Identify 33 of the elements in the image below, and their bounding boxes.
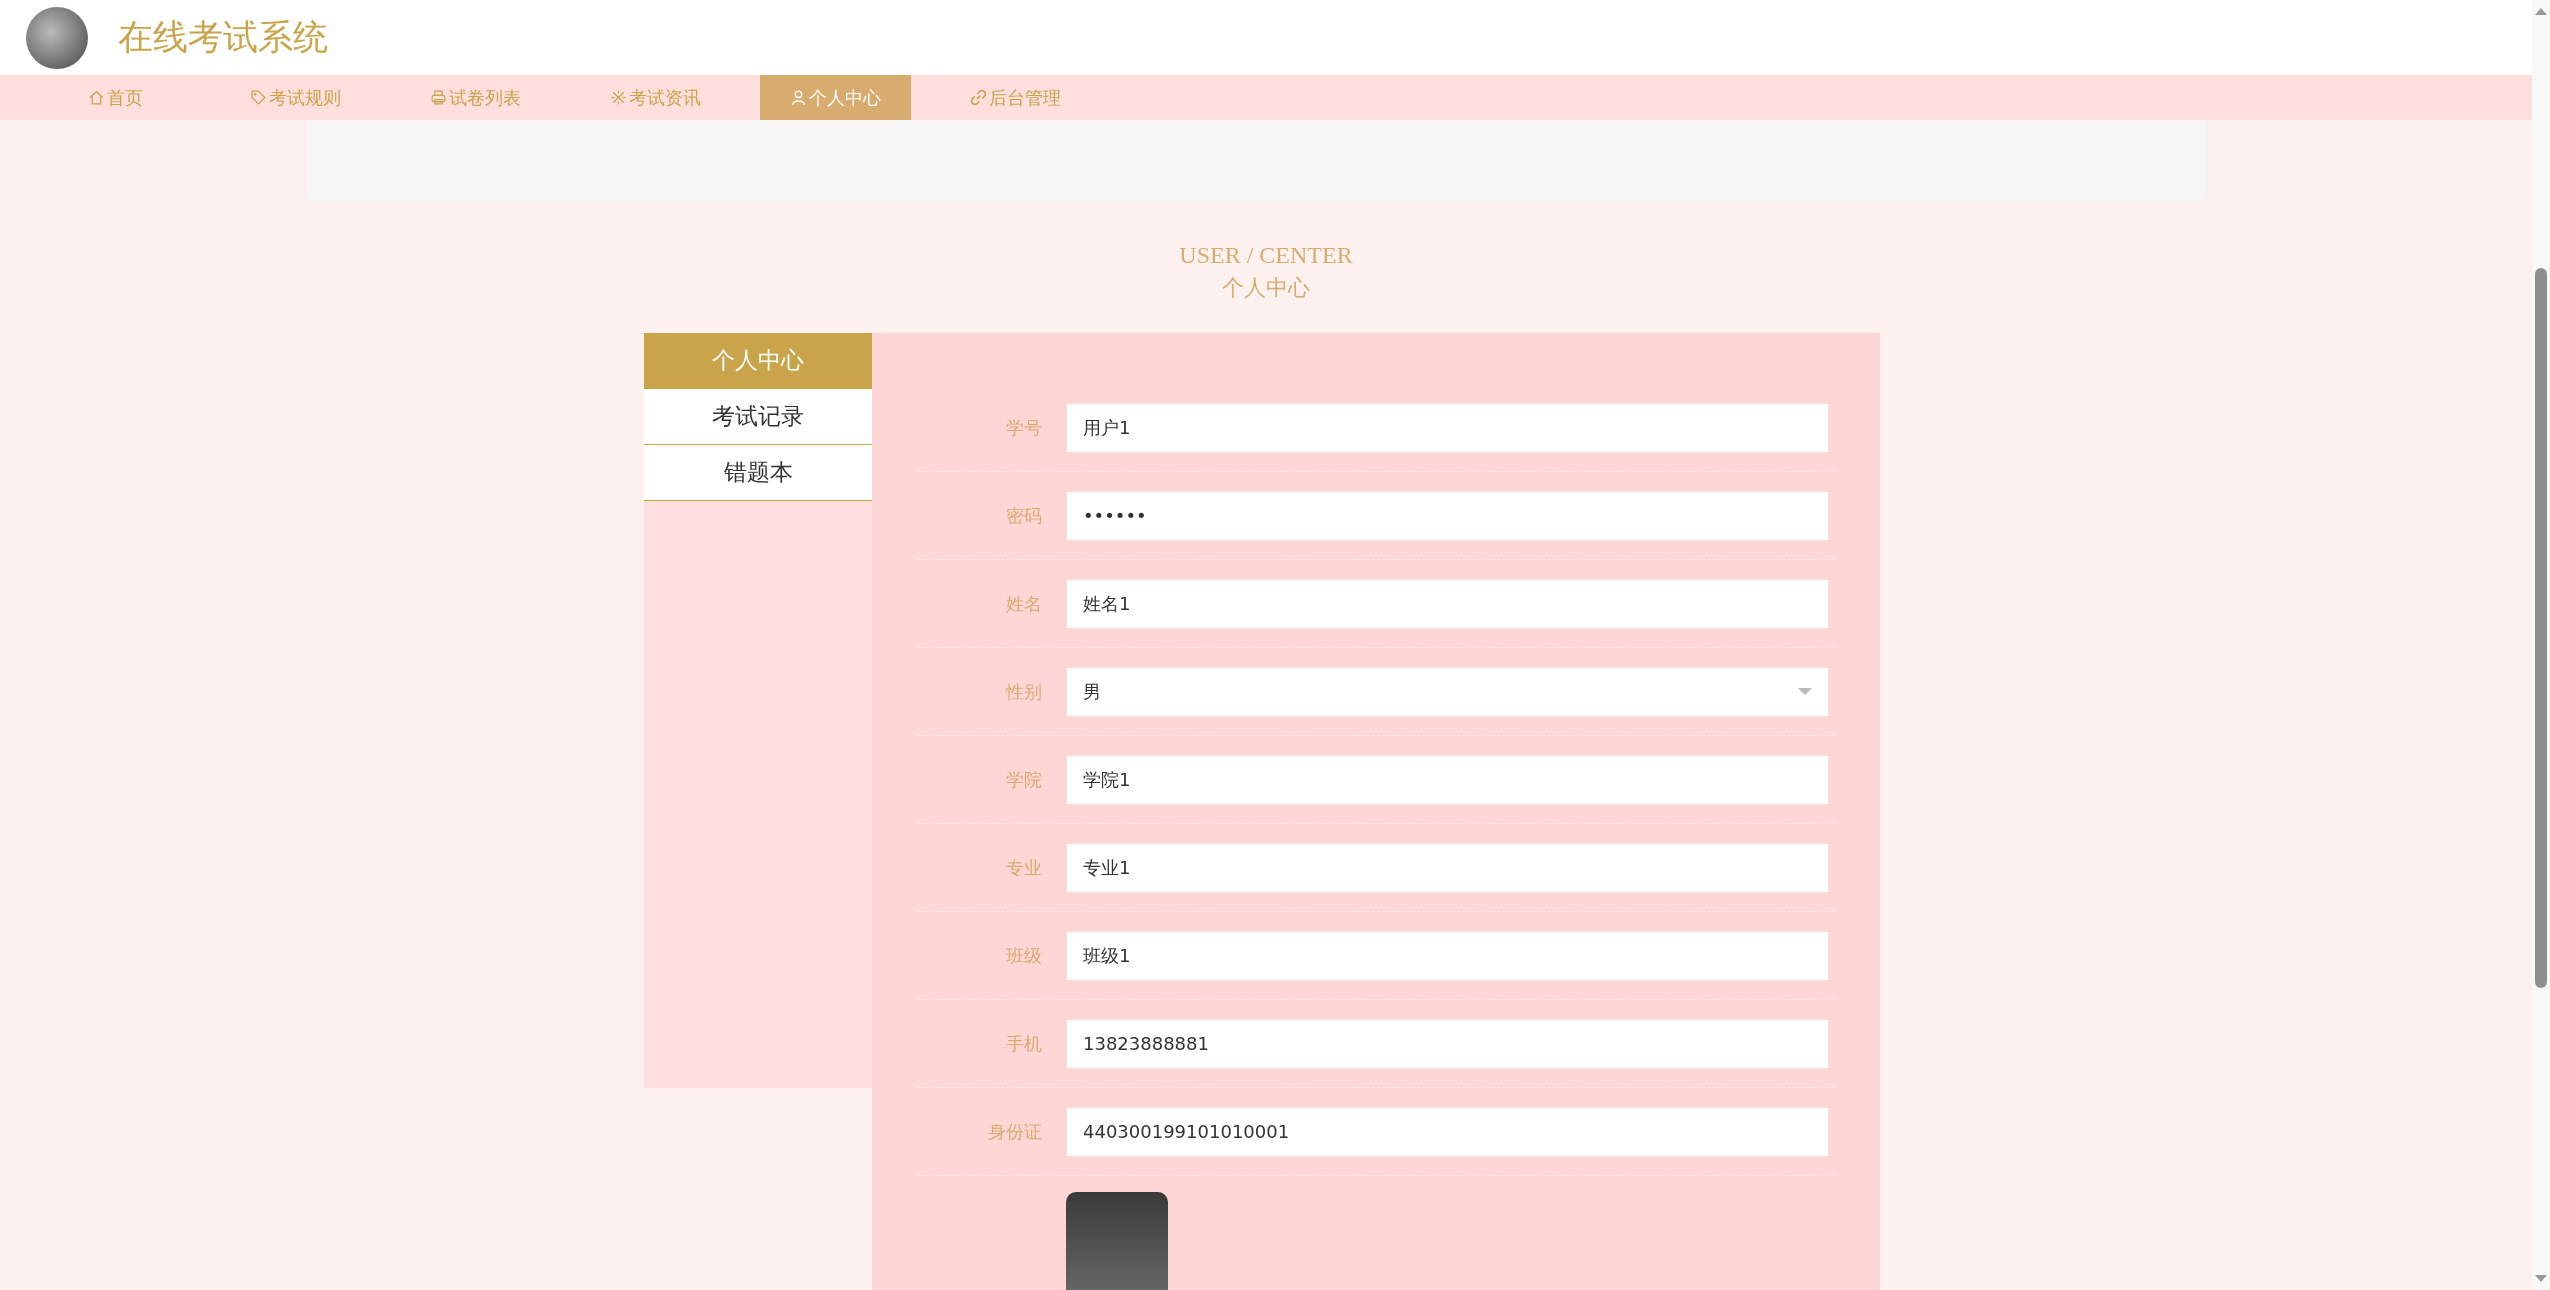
site-title: 在线考试系统 (118, 16, 328, 59)
link-icon (970, 89, 987, 106)
field-label: 姓名 (1005, 591, 1042, 616)
select-field[interactable]: 男 (1066, 666, 1829, 717)
field-label: 专业 (1005, 855, 1042, 880)
input-field[interactable]: 专业1 (1066, 842, 1829, 893)
caret-icon (1798, 688, 1812, 695)
field-label: 身份证 (987, 1119, 1042, 1144)
printer-icon (430, 89, 447, 106)
field-label: 学号 (1005, 415, 1042, 440)
field-label: 性别 (1004, 679, 1042, 704)
house-icon (88, 89, 105, 106)
tag-icon (250, 89, 267, 106)
sparkle-icon (610, 89, 627, 106)
input-field[interactable]: 用户1 (1066, 402, 1829, 453)
sidebar-item[interactable]: 错题本 (644, 445, 872, 501)
scrollbar-thumb[interactable] (2535, 268, 2547, 988)
field-label: 班级 (1005, 943, 1042, 968)
section-title-english: USER / CENTER (1179, 242, 1353, 269)
section-title: 个人中心 (1222, 274, 1310, 302)
input-field[interactable]: 班级1 (1066, 930, 1829, 981)
field-label: 手机 (1005, 1031, 1042, 1056)
input-field[interactable]: 姓名1 (1066, 578, 1829, 629)
field-label: 学院 (1005, 767, 1042, 792)
field-label: 密码 (1005, 503, 1042, 528)
scroll-up-icon[interactable] (2535, 8, 2547, 15)
sidebar-item[interactable]: 考试记录 (644, 389, 872, 445)
input-field[interactable]: 学院1 (1066, 754, 1829, 805)
input-field[interactable]: •••••• (1066, 490, 1829, 541)
person-icon (790, 89, 807, 106)
input-field[interactable]: 13823888881 (1066, 1018, 1829, 1069)
scroll-down-icon[interactable] (2535, 1275, 2547, 1282)
input-field[interactable]: 440300199101010001 (1066, 1106, 1829, 1157)
